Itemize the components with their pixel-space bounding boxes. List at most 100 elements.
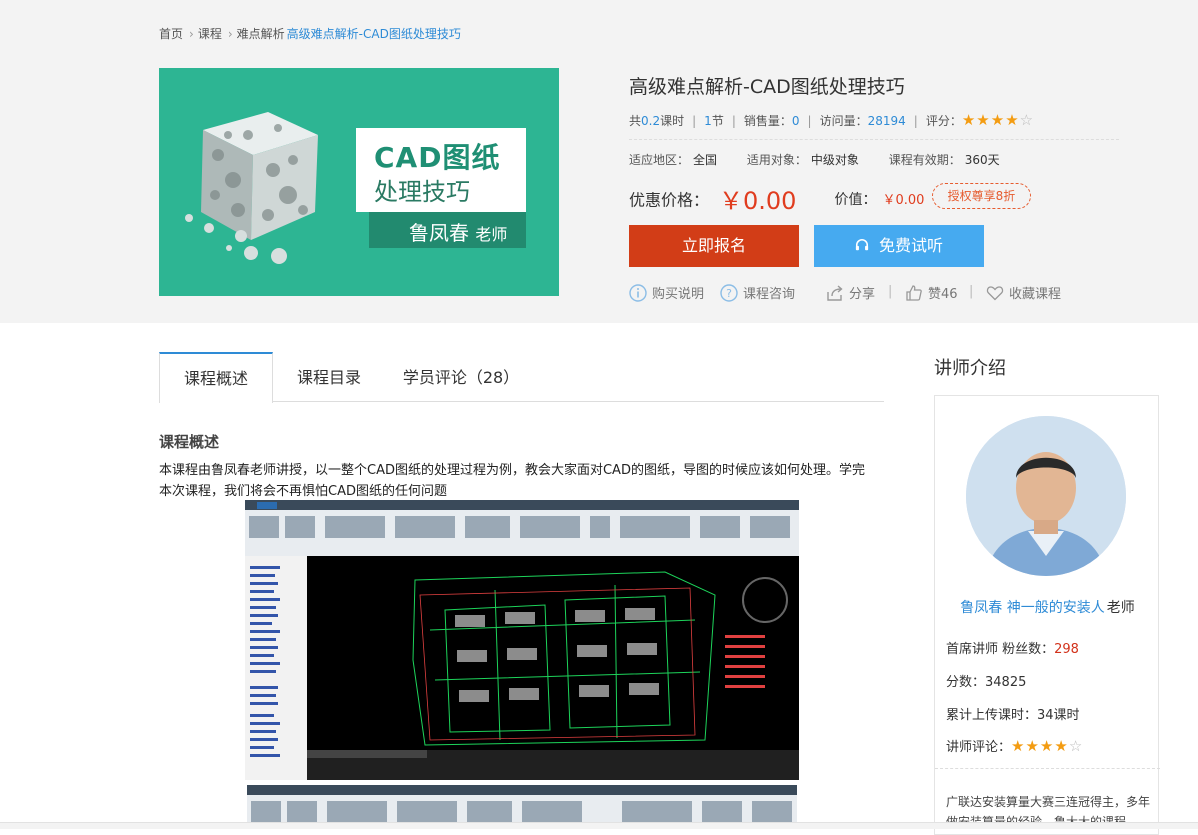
free-trial-button[interactable]: 免费试听 — [814, 225, 984, 267]
hours-prefix: 共 — [629, 114, 642, 128]
views-value: 28194 — [867, 114, 906, 128]
sections-value: 1 — [704, 114, 712, 128]
review-label: 讲师评论： — [946, 740, 1012, 755]
share-label: 分享 — [849, 287, 876, 302]
instructor-fans: 首席讲师 粉丝数：298 — [946, 638, 1079, 657]
overview-title: 课程概述 — [159, 433, 220, 451]
instructor-name[interactable]: 鲁凤春 神一般的安装人 — [960, 600, 1104, 616]
info-icon — [629, 283, 647, 302]
cover-title-line1: CAD图纸 — [374, 141, 501, 174]
star-empty-icon: ☆ — [1068, 737, 1084, 755]
page-bottom-bar — [0, 822, 1198, 829]
instructor-rating-stars: ★★★★☆ — [1011, 737, 1083, 755]
star-icon: ★ — [1005, 111, 1020, 129]
chevron-right-icon: › — [227, 27, 233, 41]
consult-link[interactable]: ? 课程咨询 — [720, 283, 795, 302]
star-icon: ★ — [1054, 737, 1069, 755]
cover-teacher-name: 鲁凤春 — [409, 221, 469, 245]
valid-label: 课程有效期： — [888, 153, 961, 167]
scattered-pieces — [185, 214, 287, 264]
breadcrumb: 首页 › 课程 › 难点解析 高级难点解析-CAD图纸处理技巧 — [159, 25, 463, 42]
sections-suffix: 节 — [711, 114, 724, 128]
star-icon: ★ — [976, 111, 991, 129]
rating-stars: ★★★★☆ — [962, 111, 1034, 129]
buy-help-label: 购买说明 — [652, 287, 705, 302]
favorite-label: 收藏课程 — [1009, 287, 1062, 302]
cover-teacher-suffix: 老师 — [475, 225, 508, 244]
rating-label: 评分： — [925, 114, 962, 128]
thumbs-up-icon — [906, 284, 922, 301]
price-row: 优惠价格： ￥0.00 价值： ￥0.00 — [629, 181, 924, 216]
hours-value: 34课时 — [1037, 708, 1080, 723]
divider — [935, 768, 1160, 769]
tab-reviews[interactable]: 学员评论（28） — [395, 352, 527, 402]
star-empty-icon: ☆ — [1019, 111, 1035, 129]
buy-help-link[interactable]: 购买说明 — [629, 283, 704, 302]
instructor-suffix: 老师 — [1106, 600, 1135, 616]
price-value: ￥0.00 — [719, 187, 797, 215]
headphone-icon — [855, 239, 869, 251]
breadcrumb-category[interactable]: 难点解析 — [237, 27, 285, 41]
hours-suffix: 课时 — [660, 114, 685, 128]
region-value: 全国 — [693, 153, 718, 167]
like-label: 赞46 — [928, 287, 958, 302]
price-label: 优惠价格： — [629, 190, 710, 210]
cover-teacher-band: 鲁凤春 老师 — [369, 212, 526, 248]
star-icon: ★ — [1011, 737, 1026, 755]
score-value: 34825 — [985, 675, 1027, 690]
fans-value: 298 — [1054, 642, 1079, 657]
share-icon — [827, 284, 843, 301]
consult-label: 课程咨询 — [743, 287, 796, 302]
enroll-button[interactable]: 立即报名 — [629, 225, 799, 267]
hours-value: 0.2 — [641, 114, 661, 128]
sales-label: 销售量： — [743, 114, 792, 128]
separator: | — [969, 284, 974, 299]
instructor-card: 鲁凤春 神一般的安装人 老师 首席讲师 粉丝数：298 分数：34825 累计上传… — [934, 395, 1160, 835]
overview-text: 本课程由鲁凤春老师讲授，以一整个CAD图纸的处理过程为例，教会大家面对CAD的图… — [159, 463, 865, 499]
value-amount: ￥0.00 — [882, 193, 925, 208]
favorite-button[interactable]: 收藏课程 — [986, 283, 1061, 302]
course-cover-image: CAD图纸 处理技巧 鲁凤春 老师 — [159, 68, 559, 296]
like-button[interactable]: 赞46 — [905, 283, 958, 302]
share-link[interactable]: 分享 — [826, 283, 875, 302]
sales-value: 0 — [791, 114, 800, 128]
fans-label: 首席讲师 粉丝数： — [946, 642, 1055, 657]
course-title: 高级难点解析-CAD图纸处理技巧 — [629, 76, 905, 98]
avatar[interactable] — [966, 416, 1126, 576]
star-icon: ★ — [1039, 737, 1055, 755]
cover-title-card: CAD图纸 处理技巧 — [356, 128, 526, 212]
free-trial-label: 免费试听 — [878, 236, 943, 255]
cover-title-line2: 处理技巧 — [374, 178, 470, 206]
heart-icon — [986, 285, 1004, 300]
separator: | — [888, 284, 893, 299]
valid-value: 360天 — [964, 153, 1000, 167]
star-icon: ★ — [990, 111, 1006, 129]
star-icon: ★ — [1025, 737, 1040, 755]
instructor-hours: 累计上传课时：34课时 — [946, 704, 1080, 723]
divider — [629, 139, 1119, 140]
score-label: 分数： — [946, 675, 986, 690]
target-value: 中级对象 — [810, 153, 859, 167]
course-attributes: 适应地区： 全国 适用对象： 中级对象 课程有效期： 360天 — [629, 151, 1026, 168]
hours-label: 累计上传课时： — [946, 708, 1038, 723]
breadcrumb-courses[interactable]: 课程 — [198, 27, 222, 41]
views-label: 访问量： — [819, 114, 868, 128]
breadcrumb-current: 高级难点解析-CAD图纸处理技巧 — [286, 27, 461, 41]
instructor-score: 分数：34825 — [946, 671, 1026, 690]
course-meta: 共0.2课时 | 1节 | 销售量：0 | 访问量：28194 | 评分：★★★★☆ — [629, 111, 1035, 129]
discount-badge: 授权尊享8折 — [932, 183, 1031, 209]
value-label: 价值： — [834, 191, 877, 208]
star-icon: ★ — [961, 111, 977, 129]
instructor-review: 讲师评论：★★★★☆ — [946, 736, 1083, 755]
svg-text:?: ? — [726, 287, 732, 300]
question-icon: ? — [720, 283, 738, 302]
instructor-section-title: 讲师介绍 — [934, 358, 1006, 379]
region-label: 适应地区： — [629, 153, 690, 167]
course-tabs: 课程概述 课程目录 学员评论（28） — [159, 352, 884, 403]
cad-screenshot — [245, 500, 799, 780]
tab-overview[interactable]: 课程概述 — [159, 352, 273, 403]
tab-catalog[interactable]: 课程目录 — [279, 352, 379, 402]
breadcrumb-home[interactable]: 首页 — [159, 27, 183, 41]
chevron-right-icon: › — [189, 27, 194, 41]
instructor-name-line: 鲁凤春 神一般的安装人 老师 — [935, 597, 1160, 617]
